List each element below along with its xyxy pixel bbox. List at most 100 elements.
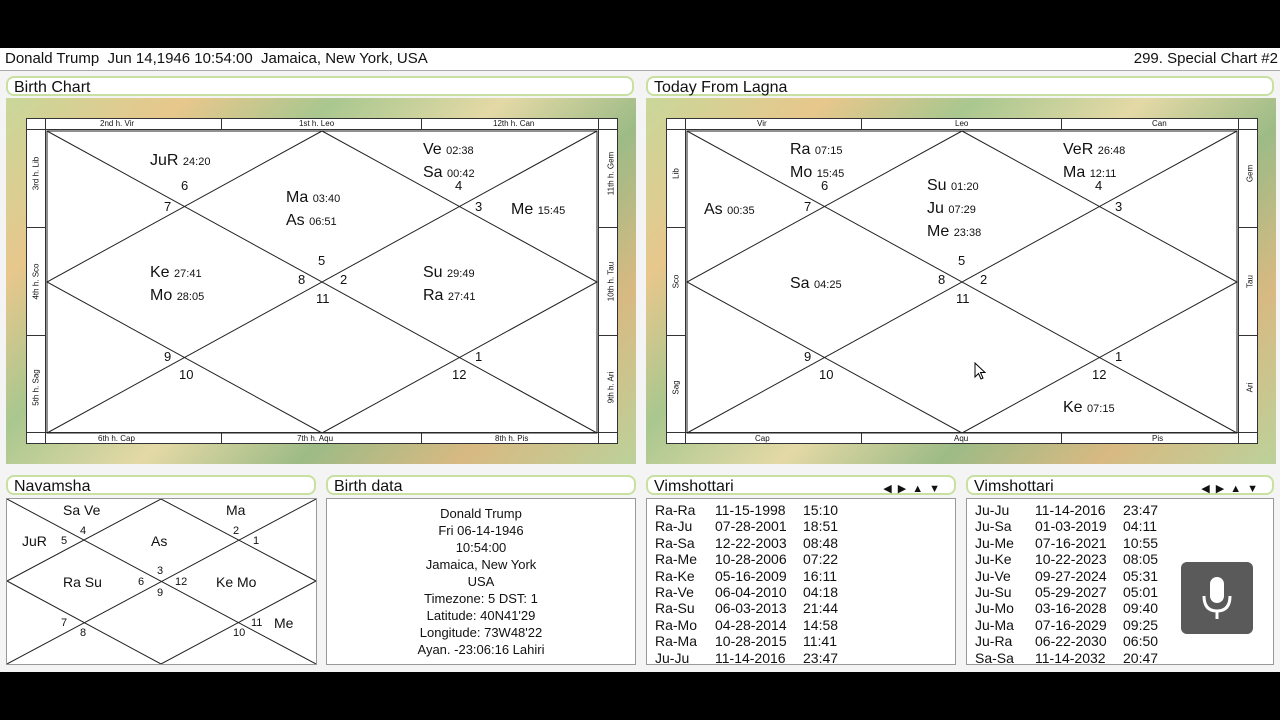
house-number: 11: [956, 291, 970, 306]
dasha-date: 11-15-1998: [715, 502, 786, 518]
today-chart-frame: Vir Leo Can Cap Aqu Pis Lib Sco Sag Gem …: [646, 98, 1276, 464]
dasha-row[interactable]: Ra-Ju 07-28-2001 18:51: [655, 518, 853, 534]
house-number: 1: [253, 535, 260, 547]
house-label: 5th h. Sag: [31, 369, 41, 406]
planet-label: Su 01:20: [927, 177, 979, 194]
dasha-time: 10:55: [1123, 534, 1159, 551]
dasha-row[interactable]: Ra-Ve 06-04-2010 04:18: [655, 584, 853, 600]
planet-label: Ke 07:15: [1063, 399, 1115, 416]
dasha-time: 16:11: [803, 567, 837, 584]
dasha-row[interactable]: Ra-Me 10-28-2006 07:22: [655, 551, 853, 567]
dasha-time: 08:48: [803, 534, 839, 551]
sign-label: Tau: [1245, 275, 1255, 288]
longitude: Longitude: 73W48'22: [419, 625, 543, 640]
planet-label: Ra 07:15: [790, 141, 843, 158]
dasha-time: 18:51: [803, 518, 839, 535]
house-number: 3: [1115, 199, 1123, 214]
house-number: 3: [475, 199, 483, 214]
dasha-row[interactable]: Ra-Mo 04-28-2014 14:58: [655, 617, 853, 633]
dasha-period: Ra-Ma: [655, 633, 698, 650]
navamsha-title: Navamsha: [6, 475, 316, 495]
dasha-row[interactable]: Ju-Mo 03-16-2028 09:40: [975, 600, 1173, 616]
house-number: 8: [938, 272, 946, 287]
dasha-period: Ju-Su: [975, 584, 1012, 600]
dasha-row[interactable]: Ju-Ju 11-14-2016 23:47: [975, 502, 1173, 518]
dasha-row[interactable]: Ju-Ma 07-16-2029 09:25: [975, 617, 1173, 633]
house-number: 11: [251, 617, 263, 629]
house-label: 3rd h. Lib: [31, 156, 41, 191]
house-label: 8th h. Pis: [495, 434, 529, 443]
house-label: 10th h. Tau: [606, 261, 616, 302]
vimshottari-title-text: Vimshottari: [654, 478, 734, 495]
dasha-row[interactable]: Sa-Sa 11-14-2032 20:47: [975, 650, 1173, 666]
dasha-period: Ra-Ke: [655, 567, 695, 584]
microphone-button[interactable]: [1181, 562, 1253, 634]
navamsha-label: Ra Su: [63, 574, 102, 590]
sign-label: Cap: [755, 434, 770, 443]
dasha-date: 06-04-2010: [715, 584, 787, 600]
dasha-row[interactable]: Ra-Ke 05-16-2009 16:11: [655, 568, 853, 584]
dasha-row[interactable]: Ra-Sa 12-22-2003 08:48: [655, 535, 853, 551]
prev-arrow-icon[interactable]: ◀: [883, 483, 897, 495]
house-label: 9th h. Ari: [606, 371, 616, 404]
dasha-row[interactable]: Ju-Ra 06-22-2030 06:50: [975, 633, 1173, 649]
planet-label: Ma 03:40: [286, 189, 341, 206]
planet-label: Mo 15:45: [790, 164, 845, 181]
down-arrow-icon[interactable]: ▼: [1247, 483, 1264, 495]
today-chart[interactable]: Vir Leo Can Cap Aqu Pis Lib Sco Sag Gem …: [666, 118, 1258, 444]
planet-label: Su 29:49: [423, 264, 475, 281]
dasha-row[interactable]: Ju-Ve 09-27-2024 05:31: [975, 568, 1173, 584]
house-number: 12: [452, 367, 467, 382]
sign-label: Leo: [955, 119, 969, 128]
dasha-time: 07:22: [803, 551, 839, 568]
navamsha-chart[interactable]: Sa Ve Ma JuR As Ra Su Ke Mo Me 4 2 5 1 3…: [6, 498, 317, 665]
next-arrow-icon[interactable]: ▶: [1216, 483, 1230, 495]
house-number: 10: [179, 367, 194, 382]
microphone-icon: [1202, 577, 1232, 619]
dasha-row[interactable]: Ju-Sa 01-03-2019 04:11: [975, 518, 1173, 534]
birth-time: 10:54:00: [455, 540, 507, 555]
person-name: Donald Trump: [440, 506, 522, 521]
planet-label: Sa 00:42: [423, 164, 475, 181]
up-arrow-icon[interactable]: ▲: [912, 483, 929, 495]
dasha-row[interactable]: Ju-Ju 11-14-2016 23:47: [655, 650, 853, 666]
dasha-row[interactable]: Ra-Ra 11-15-1998 15:10: [655, 502, 853, 518]
dasha-period: Ju-Ju: [655, 649, 690, 666]
house-label: 6th h. Cap: [98, 434, 135, 443]
nav-arrows: ◀▶▲▼: [883, 479, 946, 499]
sign-label: Aqu: [954, 434, 969, 443]
dasha-time: 21:44: [803, 600, 839, 617]
dasha-time: 20:47: [1123, 649, 1159, 666]
house-number: 11: [316, 291, 330, 306]
sign-label: Vir: [757, 119, 767, 128]
dasha-period: Ra-Su: [655, 600, 695, 617]
navamsha-label: Ma: [226, 502, 246, 518]
house-number: 8: [298, 272, 306, 287]
planet-label: Ju 07:29: [927, 200, 976, 217]
down-arrow-icon[interactable]: ▼: [929, 483, 946, 495]
vimshottari-list[interactable]: Ra-Ra 11-15-1998 15:10 Ra-Ju 07-28-2001 18:51…: [646, 498, 956, 666]
dasha-date: 09-27-2024: [1035, 567, 1107, 584]
latitude: Latitude: 40N41'29: [426, 608, 536, 623]
house-number: 4: [455, 178, 463, 193]
prev-arrow-icon[interactable]: ◀: [1201, 483, 1215, 495]
dasha-row[interactable]: Ra-Ma 10-28-2015 11:41: [655, 633, 853, 649]
dasha-row[interactable]: Ju-Su 05-29-2027 05:01: [975, 584, 1173, 600]
dasha-date: 12-22-2003: [715, 534, 787, 551]
house-number: 5: [318, 253, 326, 268]
dasha-period: Ju-Ju: [975, 502, 1010, 518]
up-arrow-icon[interactable]: ▲: [1230, 483, 1247, 495]
next-arrow-icon[interactable]: ▶: [898, 483, 912, 495]
birth-chart[interactable]: 2nd h. Vir 1st h. Leo 12th h. Can 6th h.…: [26, 118, 618, 444]
dasha-row[interactable]: Ju-Me 07-16-2021 10:55: [975, 535, 1173, 551]
dasha-period: Ra-Sa: [655, 534, 695, 551]
house-number: 4: [1095, 178, 1103, 193]
vimshottari-title-text: Vimshottari: [974, 478, 1054, 495]
dasha-row[interactable]: Ra-Su 06-03-2013 21:44: [655, 600, 853, 616]
planet-label: As 00:35: [704, 201, 755, 218]
dasha-row[interactable]: Ju-Ke 10-22-2023 08:05: [975, 551, 1173, 567]
sign-label: Ari: [1245, 382, 1255, 393]
navamsha-label: As: [151, 533, 168, 549]
dasha-date: 04-28-2014: [715, 616, 787, 633]
dasha-time: 15:10: [803, 502, 839, 518]
